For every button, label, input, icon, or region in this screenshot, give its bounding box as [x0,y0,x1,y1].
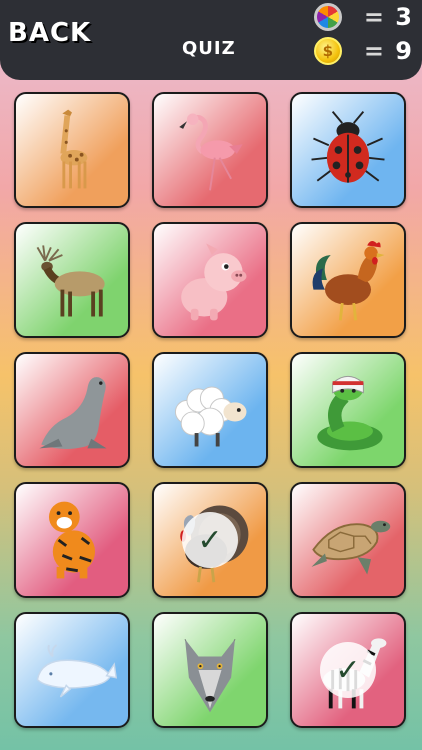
card-whale[interactable] [14,612,130,728]
animal-grid: ✓ ✓ [14,92,406,728]
snake-icon [317,375,383,451]
card-ladybug[interactable] [290,92,406,208]
giraffe-icon [60,109,88,189]
seal-icon [39,377,107,449]
card-zebra[interactable]: ✓ [290,612,406,728]
card-tiger[interactable] [14,482,130,598]
card-turkey[interactable]: ✓ [152,482,268,598]
hint-counter: = 3 [313,3,412,31]
card-turtle[interactable] [290,482,406,598]
top-bar: BACK QUIZ = 3 $ = 9 [0,0,422,80]
card-flamingo[interactable] [152,92,268,208]
tiger-icon [48,501,96,579]
card-giraffe[interactable] [14,92,130,208]
gold-coin-icon: $ [313,37,342,65]
card-wolf[interactable] [152,612,268,728]
equals-sign: = [363,3,384,31]
checkmark-icon: ✓ [182,512,238,568]
equals-sign: = [363,37,384,65]
card-rooster[interactable] [290,222,406,338]
elk-icon [36,245,105,317]
turtle-icon [311,520,391,575]
page-title: QUIZ [182,38,236,59]
whale-icon [36,644,118,698]
coin-count: 9 [395,37,412,65]
card-pig[interactable] [152,222,268,338]
rooster-icon [312,241,385,321]
wolf-icon [184,639,236,713]
ladybug-icon [311,110,385,183]
card-elk[interactable] [14,222,130,338]
pig-icon [181,243,247,321]
card-snake[interactable] [290,352,406,468]
card-seal[interactable] [14,352,130,468]
coin-counter: $ = 9 [313,37,412,65]
checkmark-icon: ✓ [320,642,376,698]
back-button[interactable]: BACK [8,18,91,48]
card-sheep[interactable] [152,352,268,468]
sheep-icon [174,386,247,447]
flamingo-icon [179,113,243,191]
color-wheel-icon [313,3,342,31]
hint-count: 3 [395,3,412,31]
